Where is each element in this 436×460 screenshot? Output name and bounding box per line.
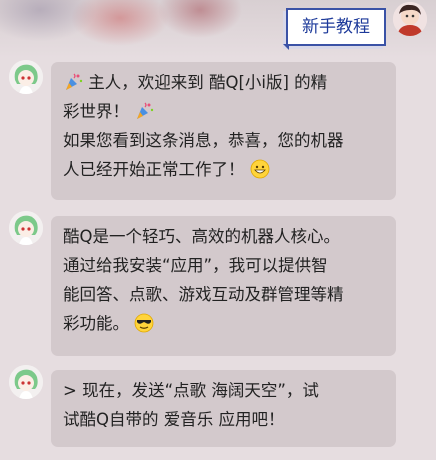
message-text: 主人，欢迎来到 酷Q[小i版] 的精 <box>83 73 328 92</box>
grinning-face-icon <box>250 159 270 179</box>
button-corner-decoration <box>283 44 289 50</box>
user-avatar[interactable] <box>393 2 427 36</box>
bot-avatar[interactable] <box>9 365 43 399</box>
tutorial-button[interactable]: 新手教程 <box>283 8 386 50</box>
bot-avatar-icon <box>9 211 43 245</box>
message-text: 酷Q是一个轻巧、高效的机器人核心。 <box>63 227 340 246</box>
message-line: 通过给我安装“应用”，我可以提供智 <box>63 251 382 280</box>
message-line: > 现在，发送“点歌 海阔天空”，试 <box>63 376 382 405</box>
message-line: 能回答、点歌、游戏互动及群管理等精 <box>63 280 382 309</box>
message-text: 彩世界！ <box>63 102 135 121</box>
message-line: 彩世界！ <box>63 97 382 126</box>
message-text: 人已经开始正常工作了！ <box>63 160 250 179</box>
bot-avatar-icon <box>9 365 43 399</box>
message-text: > 现在，发送“点歌 海阔天空”，试 <box>63 381 319 400</box>
bot-avatar[interactable] <box>9 211 43 245</box>
message-line: 人已经开始正常工作了！ <box>63 155 382 184</box>
message-line: 如果您看到这条消息，恭喜，您的机器 <box>63 126 382 155</box>
message-line: 主人，欢迎来到 酷Q[小i版] 的精 <box>63 68 382 97</box>
message-text: 通过给我安装“应用”，我可以提供智 <box>63 256 328 275</box>
user-avatar-icon <box>393 2 427 36</box>
message-text: 如果您看到这条消息，恭喜，您的机器 <box>63 131 344 150</box>
message-line: 彩功能。 <box>63 309 382 338</box>
sunglasses-face-icon <box>134 313 154 333</box>
message-line: 试酷Q自带的 爱音乐 应用吧！ <box>63 405 382 434</box>
message-bubble: > 现在，发送“点歌 海阔天空”，试 试酷Q自带的 爱音乐 应用吧！ <box>51 370 396 447</box>
bot-avatar[interactable] <box>9 60 43 94</box>
message-bubble: 酷Q是一个轻巧、高效的机器人核心。 通过给我安装“应用”，我可以提供智 能回答、… <box>51 216 396 356</box>
party-popper-icon <box>137 102 154 119</box>
bot-avatar-icon <box>9 60 43 94</box>
message-line: 酷Q是一个轻巧、高效的机器人核心。 <box>63 222 382 251</box>
party-popper-icon <box>66 73 83 90</box>
message-text: 能回答、点歌、游戏互动及群管理等精 <box>63 285 344 304</box>
message-text: 彩功能。 <box>63 314 135 333</box>
tutorial-button-label: 新手教程 <box>302 17 370 37</box>
message-text: 试酷Q自带的 爱音乐 应用吧！ <box>63 410 285 429</box>
message-bubble: 主人，欢迎来到 酷Q[小i版] 的精 彩世界！ 如果您看到这条消息，恭喜，您的机… <box>51 62 396 200</box>
